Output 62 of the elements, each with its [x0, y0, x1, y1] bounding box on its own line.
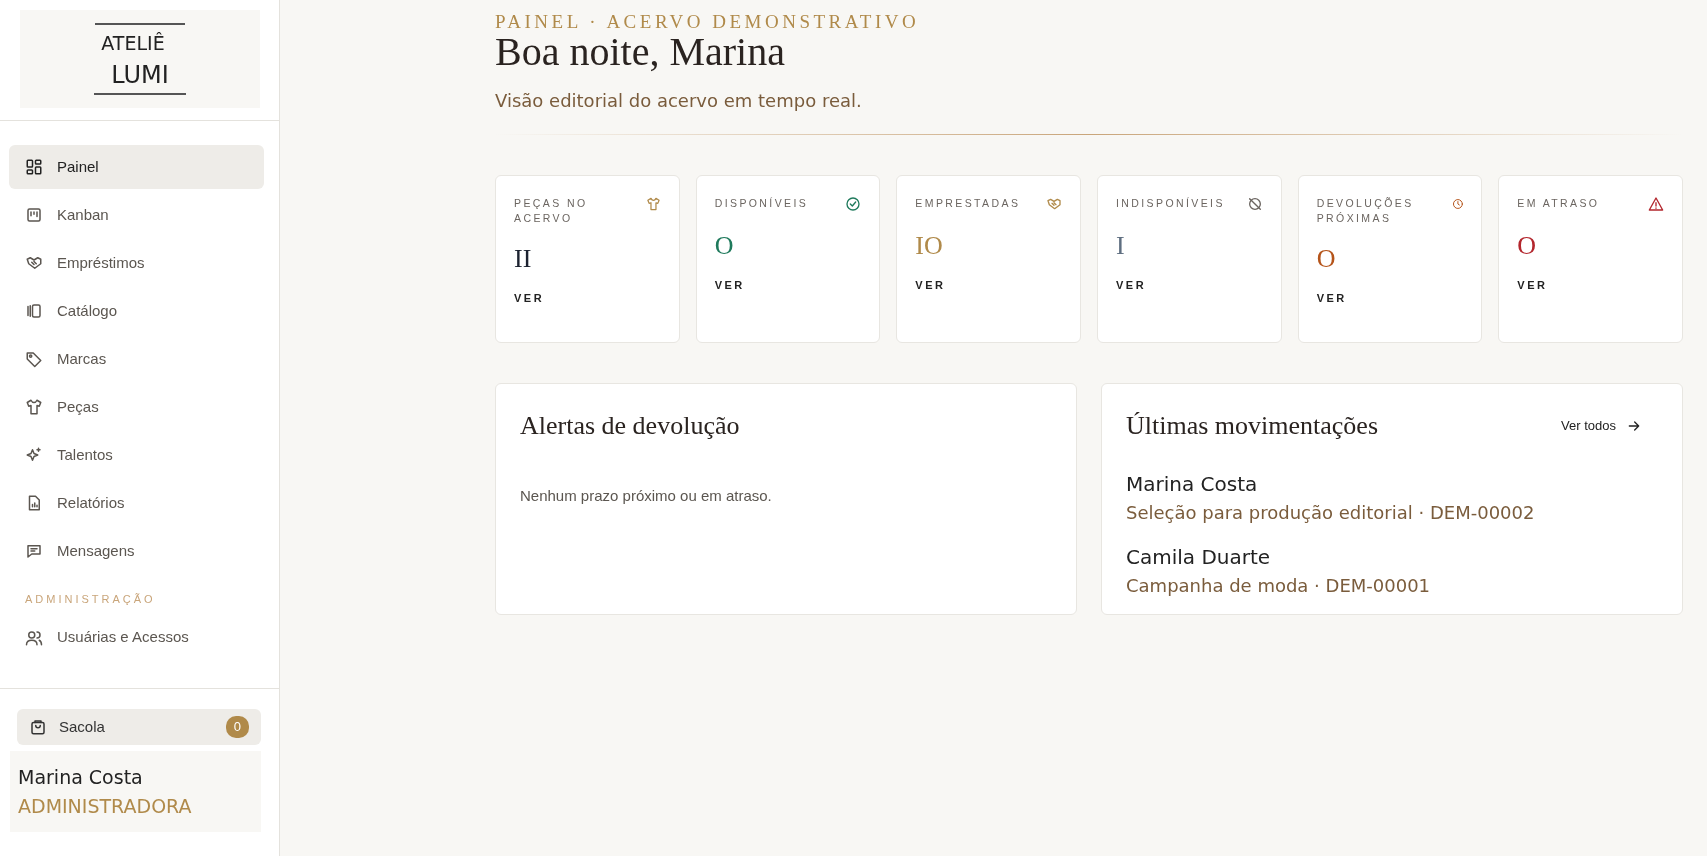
nav-item[interactable]: Marcas	[9, 337, 264, 381]
empty-message: Nenhum prazo próximo ou em atraso.	[520, 486, 773, 506]
view-link[interactable]: VER	[915, 277, 946, 294]
view-link[interactable]: VER	[1116, 277, 1147, 294]
message-icon	[25, 542, 43, 560]
check-circle-icon	[845, 196, 862, 212]
page-title: Boa noite, Marina	[495, 31, 786, 73]
grid-icon	[25, 158, 43, 176]
stat-value: O	[1517, 230, 1538, 262]
logo-text: ATELIÊ	[95, 22, 185, 58]
sparkle-icon	[25, 446, 43, 464]
movement-name: Camila Duarte	[1126, 544, 1272, 571]
stat-label: DEVOLUÇÕES PRÓXIMAS	[1316, 196, 1415, 226]
movement-name: Marina Costa	[1126, 471, 1259, 498]
view-all-link[interactable]: Ver todos	[1561, 415, 1642, 436]
shirt-icon	[645, 196, 661, 212]
bag-button[interactable]: Sacola 0	[17, 709, 261, 745]
board-icon	[25, 206, 43, 224]
nav-item[interactable]: Peças	[9, 385, 264, 429]
cards-icon	[25, 302, 43, 320]
bag-icon	[29, 718, 47, 736]
stat-label: EM ATRASO	[1517, 196, 1600, 211]
view-link[interactable]: VER	[714, 277, 745, 294]
page-subtitle: Visão editorial do acervo em tempo real.	[495, 89, 863, 113]
nav-item[interactable]: Catálogo	[9, 289, 264, 333]
nav-item[interactable]: Talentos	[9, 433, 264, 477]
nav-item[interactable]: Relatórios	[9, 481, 264, 525]
panel-title: Últimas movimentações	[1126, 410, 1378, 442]
stat-label: INDISPONÍVEIS	[1116, 196, 1225, 211]
nav-item[interactable]: Painel	[9, 145, 264, 189]
handshake-icon	[25, 254, 43, 272]
nav-item[interactable]: Usuárias e Acessos	[9, 615, 264, 660]
stat-label: DISPONÍVEIS	[714, 196, 809, 211]
clock-icon	[1451, 196, 1464, 212]
nav-item[interactable]: Kanban	[9, 193, 264, 237]
user-name: Marina Costa	[18, 765, 144, 790]
stat-value: II	[514, 243, 533, 276]
tag-icon	[25, 350, 43, 368]
stat-label: EMPRESTADAS	[915, 196, 1021, 211]
warning-icon	[1648, 196, 1665, 212]
user-role: ADMINISTRADORA	[18, 793, 193, 819]
stat-value: O	[1316, 243, 1337, 276]
panel-title: Alertas de devolução	[520, 410, 741, 442]
logo-text: LUMI	[94, 57, 186, 96]
shirt-icon	[25, 398, 43, 416]
stat-label: PEÇAS NO ACERVO	[514, 196, 589, 226]
count-badge: 0	[225, 716, 249, 738]
nav-item[interactable]: Mensagens	[9, 529, 264, 573]
stat-value: O	[714, 230, 735, 262]
section-heading: ADMINISTRAÇÃO	[25, 592, 157, 607]
handshake-icon	[1046, 196, 1062, 212]
view-link[interactable]: VER	[1517, 277, 1548, 294]
blocked-icon	[1246, 196, 1263, 212]
stat-value: I	[1116, 230, 1126, 262]
nav-item[interactable]: Empréstimos	[9, 241, 264, 285]
view-link[interactable]: VER	[514, 290, 545, 307]
movement-detail: Campanha de moda · DEM-00001	[1126, 574, 1432, 598]
users-icon	[25, 628, 43, 647]
movement-detail: Seleção para produção editorial · DEM-00002	[1126, 501, 1536, 525]
view-link[interactable]: VER	[1316, 290, 1347, 307]
stat-value: IO	[915, 230, 944, 262]
page-eyebrow: PAINEL · ACERVO DEMONSTRATIVO	[495, 12, 921, 31]
